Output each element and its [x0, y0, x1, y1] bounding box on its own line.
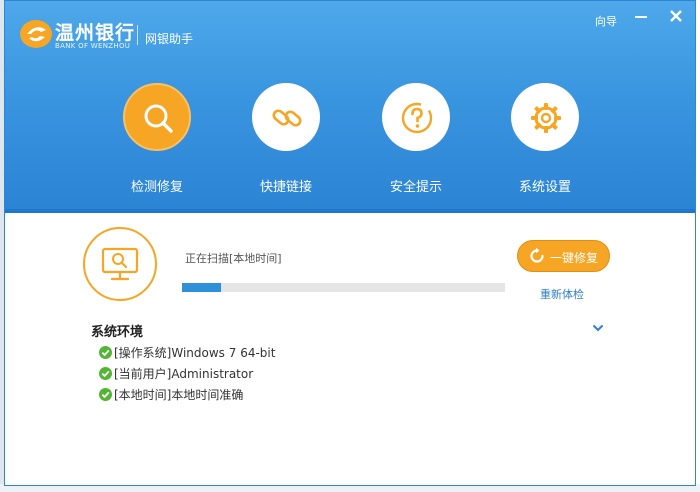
nav-circle-system-settings — [511, 83, 579, 151]
bank-name-en: BANK OF WENZHOU — [55, 42, 131, 50]
environment-list: [操作系统]Windows 7 64-bit [当前用户]Administrat… — [99, 345, 275, 408]
nav-circle-security-tips — [382, 83, 450, 151]
nav-item-system-settings[interactable]: 系统设置 — [500, 83, 590, 195]
scan-status-text: 正在扫描[本地时间] — [185, 252, 282, 265]
recheck-link[interactable]: 重新体检 — [540, 286, 584, 302]
nav-item-detect-repair[interactable]: 检测修复 — [112, 83, 202, 195]
environment-item-text: [当前用户]Administrator — [114, 367, 254, 381]
close-icon — [670, 10, 682, 22]
nav-circle-quick-links — [252, 83, 320, 151]
nav-label-quick-links: 快捷链接 — [259, 180, 312, 195]
scan-progress-bar — [182, 283, 505, 292]
bank-name-cn: 温州银行 — [55, 22, 136, 44]
question-icon — [401, 102, 433, 134]
scan-monitor-badge — [83, 227, 157, 301]
one-click-repair-label: 一键修复 — [550, 251, 599, 265]
nav-item-security-tips[interactable]: 安全提示 — [371, 83, 461, 195]
one-click-repair-button[interactable]: 一键修复 — [517, 240, 610, 272]
list-item: [当前用户]Administrator — [99, 366, 275, 387]
brand-divider — [137, 25, 138, 45]
bank-logo-icon — [20, 20, 52, 48]
nav-label-system-settings: 系统设置 — [518, 180, 571, 195]
guide-link[interactable]: 向导 — [595, 13, 617, 29]
monitor-scan-icon — [101, 247, 139, 281]
check-circle-icon — [99, 367, 112, 380]
environment-item-text: [操作系统]Windows 7 64-bit — [114, 346, 276, 360]
check-circle-icon — [99, 346, 112, 359]
assistant-window: 温州银行 BANK OF WENZHOU 网银助手 向导 检测修复 快捷链接 安… — [4, 0, 696, 486]
minimize-button[interactable] — [632, 9, 650, 27]
nav-item-quick-links[interactable]: 快捷链接 — [241, 83, 331, 195]
system-environment-title: 系统环境 — [91, 325, 144, 340]
list-item: [本地时间]本地时间准确 — [99, 387, 275, 408]
app-subtitle: 网银助手 — [145, 32, 194, 46]
chevron-down-icon[interactable] — [591, 321, 605, 335]
link-icon — [272, 109, 302, 127]
search-icon — [144, 104, 173, 133]
gear-icon — [531, 103, 561, 133]
header-divider — [5, 209, 695, 213]
scan-progress-fill — [182, 283, 221, 292]
close-button[interactable] — [667, 9, 685, 27]
refresh-icon — [530, 247, 544, 263]
nav-label-security-tips: 安全提示 — [389, 180, 442, 195]
nav-label-detect-repair: 检测修复 — [130, 180, 183, 195]
check-circle-icon — [99, 388, 112, 401]
nav-circle-detect-repair — [123, 83, 191, 151]
list-item: [操作系统]Windows 7 64-bit — [99, 345, 275, 366]
header-banner: 温州银行 BANK OF WENZHOU 网银助手 向导 检测修复 快捷链接 安… — [5, 1, 695, 213]
minimize-icon — [635, 16, 647, 18]
environment-item-text: [本地时间]本地时间准确 — [114, 388, 244, 402]
